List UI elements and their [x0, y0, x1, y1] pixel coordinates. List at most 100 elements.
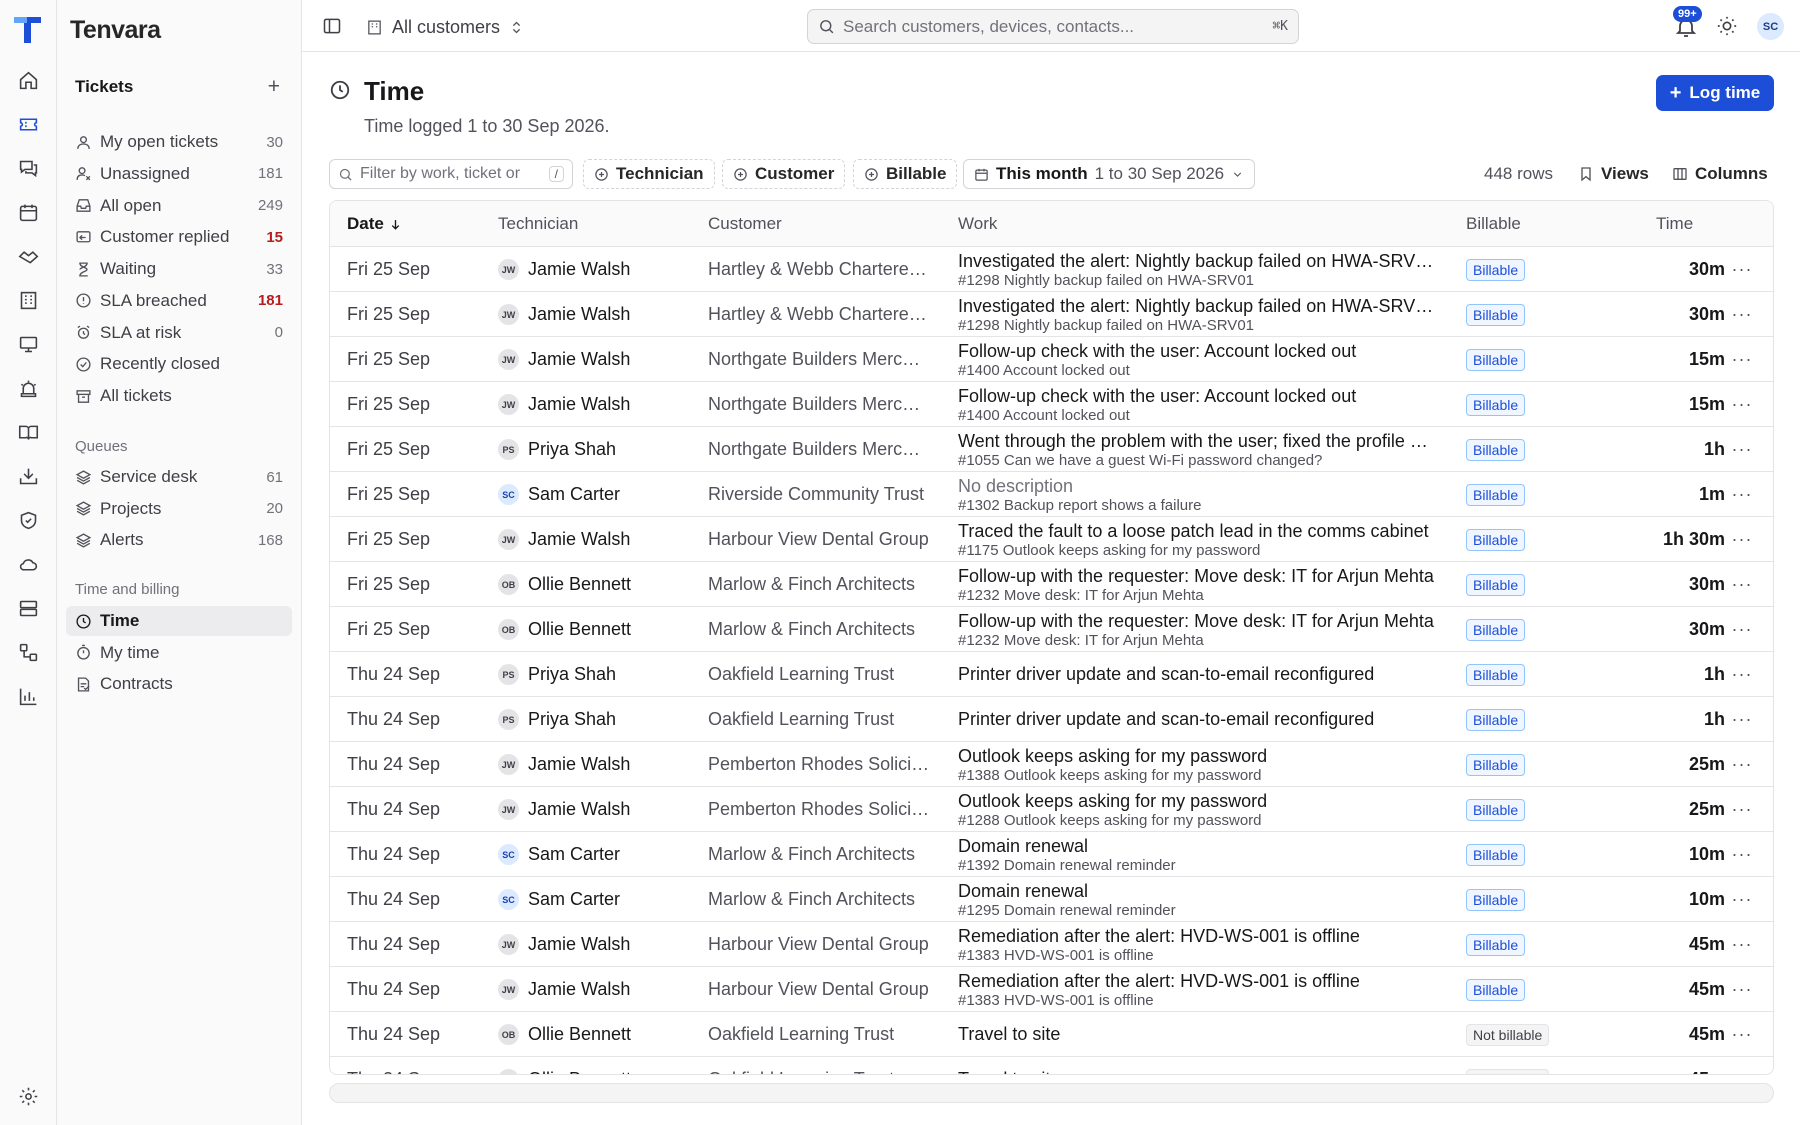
row-more-actions-icon[interactable]: ··· [1722, 337, 1762, 382]
table-row[interactable]: Fri 25 Sep JW Jamie Walsh Northgate Builder… [330, 382, 1773, 427]
row-more-actions-icon[interactable]: ··· [1722, 607, 1762, 652]
work-ticket-link[interactable]: #1400 Account locked out [958, 362, 1434, 379]
sidebar-item-sla-at-risk[interactable]: SLA at risk 0 [66, 318, 292, 348]
column-header-billable[interactable]: Billable [1466, 201, 1521, 247]
work-ticket-link[interactable]: #1232 Move desk: IT for Arjun Mehta [958, 587, 1434, 604]
row-more-actions-icon[interactable]: ··· [1722, 562, 1762, 607]
work-ticket-link[interactable]: #1383 HVD-WS-001 is offline [958, 947, 1434, 964]
table-row[interactable]: Thu 24 Sep SC Sam Carter Marlow & Finch Arc… [330, 877, 1773, 922]
table-row[interactable]: Thu 24 Sep OB Ollie Bennett Oakfield Learni… [330, 1057, 1773, 1074]
row-more-actions-icon[interactable]: ··· [1722, 922, 1762, 967]
work-ticket-link[interactable]: #1175 Outlook keeps asking for my passwo… [958, 542, 1434, 559]
work-ticket-link[interactable]: #1055 Can we have a guest Wi-Fi password… [958, 452, 1434, 469]
row-more-actions-icon[interactable]: ··· [1722, 472, 1762, 517]
sidebar-item-alerts[interactable]: Alerts 168 [66, 525, 292, 555]
shield-icon[interactable] [13, 505, 43, 535]
row-more-actions-icon[interactable]: ··· [1722, 427, 1762, 472]
billable-filter-chip[interactable]: Billable [853, 159, 958, 189]
column-header-date[interactable]: Date [347, 201, 402, 247]
chat-icon[interactable] [13, 153, 43, 183]
table-row[interactable]: Fri 25 Sep JW Jamie Walsh Northgate Builder… [330, 337, 1773, 382]
sidebar-item-my-open-tickets[interactable]: My open tickets 30 [66, 127, 292, 157]
table-row[interactable]: Thu 24 Sep JW Jamie Walsh Pemberton Rhodes … [330, 787, 1773, 832]
row-more-actions-icon[interactable]: ··· [1722, 832, 1762, 877]
work-ticket-link[interactable]: #1232 Move desk: IT for Arjun Mehta [958, 632, 1434, 649]
workflow-icon[interactable] [13, 637, 43, 667]
sidebar-item-recently-closed[interactable]: Recently closed [66, 349, 292, 379]
work-ticket-link[interactable]: #1302 Backup report shows a failure [958, 497, 1434, 514]
server-icon[interactable] [13, 593, 43, 623]
customer-scope-selector[interactable]: All customers [366, 12, 524, 42]
row-more-actions-icon[interactable]: ··· [1722, 292, 1762, 337]
siren-icon[interactable] [13, 373, 43, 403]
sidebar-item-service-desk[interactable]: Service desk 61 [66, 462, 292, 492]
add-ticket-button[interactable]: + [268, 76, 280, 97]
row-more-actions-icon[interactable]: ··· [1722, 967, 1762, 1012]
horizontal-scrollbar[interactable] [329, 1083, 1774, 1103]
columns-button[interactable]: Columns [1672, 159, 1768, 189]
row-more-actions-icon[interactable]: ··· [1722, 652, 1762, 697]
work-ticket-link[interactable]: #1295 Domain renewal reminder [958, 902, 1434, 919]
table-row[interactable]: Thu 24 Sep OB Ollie Bennett Oakfield Learni… [330, 1012, 1773, 1057]
work-ticket-link[interactable]: #1383 HVD-WS-001 is offline [958, 992, 1434, 1009]
sidebar-item-projects[interactable]: Projects 20 [66, 494, 292, 524]
book-icon[interactable] [13, 417, 43, 447]
sidebar-item-customer-replied[interactable]: Customer replied 15 [66, 222, 292, 252]
sun-icon[interactable] [1716, 15, 1738, 37]
cloud-icon[interactable] [13, 549, 43, 579]
sidebar-item-time[interactable]: Time [66, 606, 292, 636]
date-range-selector[interactable]: This month 1 to 30 Sep 2026 [963, 159, 1256, 189]
table-row[interactable]: Thu 24 Sep JW Jamie Walsh Harbour View Dent… [330, 967, 1773, 1012]
work-ticket-link[interactable]: #1392 Domain renewal reminder [958, 857, 1434, 874]
sidebar-toggle-icon[interactable] [322, 16, 342, 36]
building-icon[interactable] [13, 285, 43, 315]
home-icon[interactable] [13, 65, 43, 95]
row-more-actions-icon[interactable]: ··· [1722, 517, 1762, 562]
work-ticket-link[interactable]: #1388 Outlook keeps asking for my passwo… [958, 767, 1434, 784]
technician-filter-chip[interactable]: Technician [583, 159, 715, 189]
row-more-actions-icon[interactable]: ··· [1722, 382, 1762, 427]
table-row[interactable]: Fri 25 Sep OB Ollie Bennett Marlow & Finch … [330, 607, 1773, 652]
table-row[interactable]: Fri 25 Sep OB Ollie Bennett Marlow & Finch … [330, 562, 1773, 607]
views-button[interactable]: Views [1578, 159, 1649, 189]
sidebar-item-all-open[interactable]: All open 249 [66, 191, 292, 221]
table-row[interactable]: Fri 25 Sep PS Priya Shah Northgate Builders… [330, 427, 1773, 472]
row-more-actions-icon[interactable]: ··· [1722, 1012, 1762, 1057]
column-header-customer[interactable]: Customer [708, 201, 782, 247]
row-more-actions-icon[interactable]: ··· [1722, 742, 1762, 787]
row-more-actions-icon[interactable]: ··· [1722, 247, 1762, 292]
table-row[interactable]: Fri 25 Sep JW Jamie Walsh Hartley & Webb Ch… [330, 292, 1773, 337]
user-avatar[interactable]: SC [1757, 13, 1784, 40]
settings-gear-icon[interactable] [13, 1081, 43, 1111]
chart-icon[interactable] [13, 681, 43, 711]
column-header-work[interactable]: Work [958, 201, 997, 247]
calendar-icon[interactable] [13, 197, 43, 227]
customer-filter-chip[interactable]: Customer [722, 159, 846, 189]
sidebar-item-sla-breached[interactable]: SLA breached 181 [66, 286, 292, 316]
log-time-button[interactable]: + Log time [1656, 75, 1774, 111]
table-row[interactable]: Fri 25 Sep JW Jamie Walsh Hartley & Webb Ch… [330, 247, 1773, 292]
row-more-actions-icon[interactable]: ··· [1722, 1057, 1762, 1074]
work-ticket-link[interactable]: #1288 Outlook keeps asking for my passwo… [958, 812, 1434, 829]
work-filter-input[interactable] [360, 165, 545, 183]
table-row[interactable]: Thu 24 Sep JW Jamie Walsh Pemberton Rhodes … [330, 742, 1773, 787]
work-filter[interactable]: / [329, 159, 573, 189]
column-header-technician[interactable]: Technician [498, 201, 578, 247]
sidebar-item-contracts[interactable]: Contracts [66, 669, 292, 699]
sidebar-item-my-time[interactable]: My time [66, 638, 292, 668]
work-ticket-link[interactable]: #1298 Nightly backup failed on HWA-SRV01 [958, 317, 1434, 334]
ticket-icon[interactable] [13, 109, 43, 139]
download-tray-icon[interactable] [13, 461, 43, 491]
sidebar-item-all-tickets[interactable]: All tickets [66, 381, 292, 411]
row-more-actions-icon[interactable]: ··· [1722, 787, 1762, 832]
table-row[interactable]: Thu 24 Sep SC Sam Carter Marlow & Finch Arc… [330, 832, 1773, 877]
sidebar-item-unassigned[interactable]: Unassigned 181 [66, 159, 292, 189]
table-row[interactable]: Thu 24 Sep PS Priya Shah Oakfield Learning … [330, 697, 1773, 742]
row-more-actions-icon[interactable]: ··· [1722, 877, 1762, 922]
work-ticket-link[interactable]: #1298 Nightly backup failed on HWA-SRV01 [958, 272, 1434, 289]
work-ticket-link[interactable]: #1400 Account locked out [958, 407, 1434, 424]
sidebar-item-waiting[interactable]: Waiting 33 [66, 254, 292, 284]
table-row[interactable]: Fri 25 Sep JW Jamie Walsh Harbour View Dent… [330, 517, 1773, 562]
global-search[interactable]: ⌘K [807, 9, 1299, 44]
table-row[interactable]: Thu 24 Sep JW Jamie Walsh Harbour View Dent… [330, 922, 1773, 967]
